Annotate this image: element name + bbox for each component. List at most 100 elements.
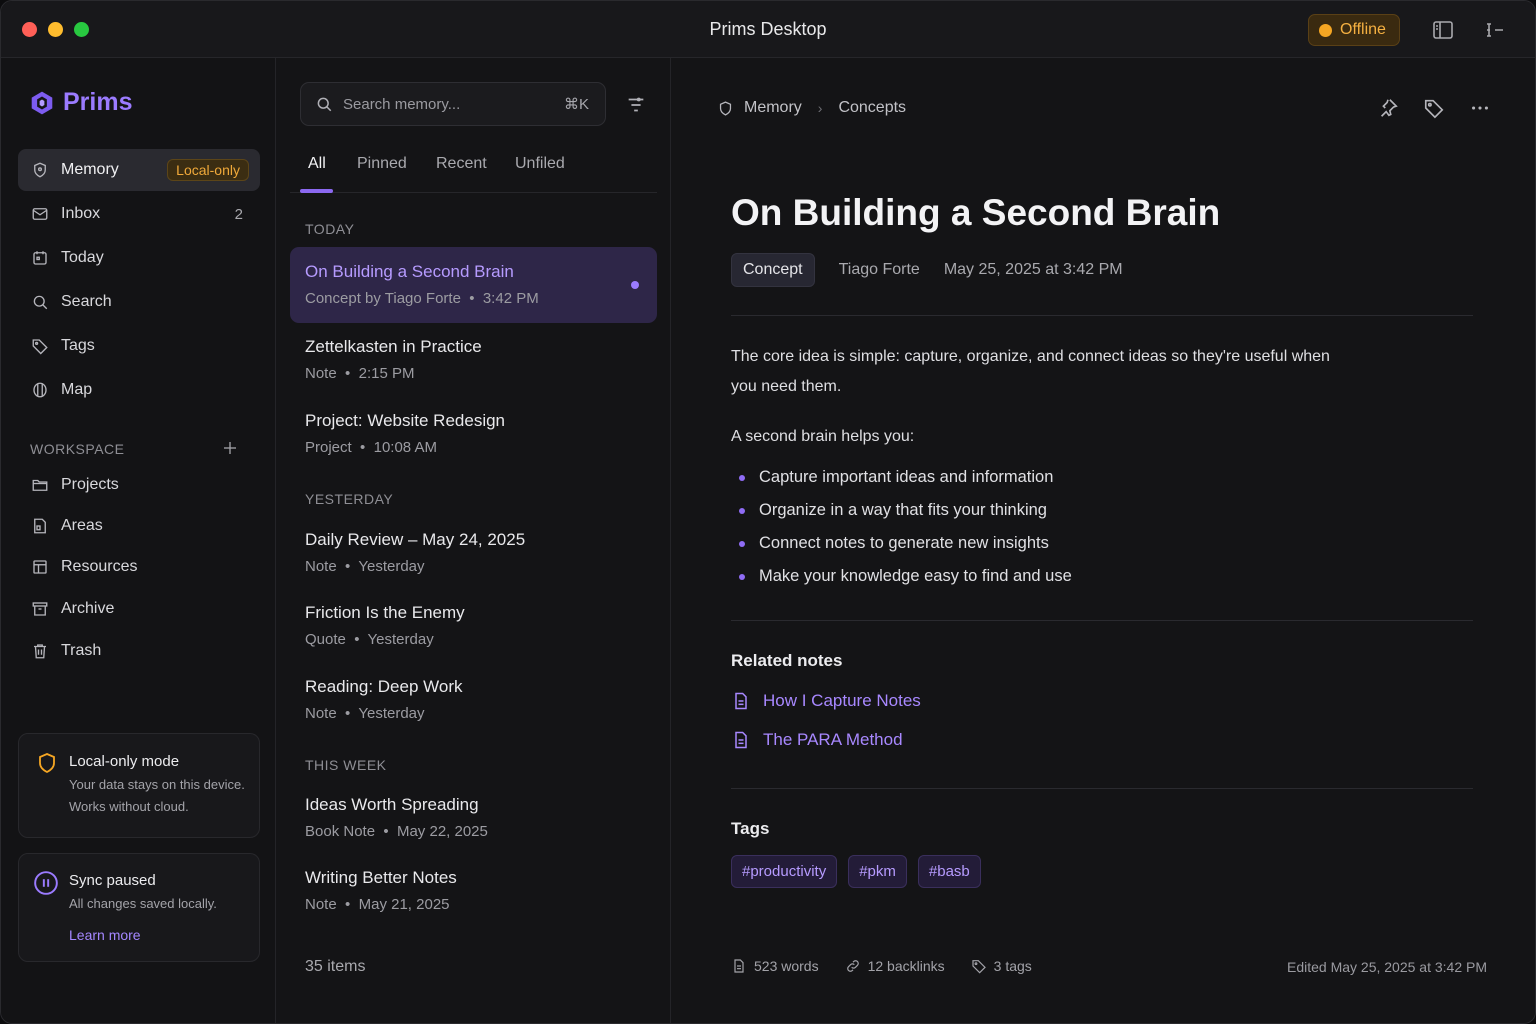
search-box[interactable]: ⌘K xyxy=(300,82,606,126)
list-item-title: Daily Review – May 24, 2025 xyxy=(305,530,526,549)
tab-pinned[interactable]: Pinned xyxy=(355,153,409,193)
list-item[interactable]: Project: Website Redesign Project • 10:0… xyxy=(290,396,657,472)
local-only-card: Local-only mode Your data stays on this … xyxy=(18,733,260,838)
list-item[interactable]: Writing Better Notes Note • May 21, 2025 xyxy=(290,853,657,929)
list-item-meta: Concept by Tiago Forte • 3:42 PM xyxy=(305,290,539,307)
sidebar-toggle-icon[interactable] xyxy=(1431,18,1455,42)
items-count: 35 items xyxy=(305,958,366,975)
list-item[interactable]: Daily Review – May 24, 2025 Note • Yeste… xyxy=(290,515,657,591)
workspace-label: WORKSPACE xyxy=(30,441,125,457)
list-item-meta: Quote • Yesterday xyxy=(305,631,434,648)
list-item[interactable]: Reading: Deep Work Note • Yesterday xyxy=(290,662,657,738)
list-item[interactable]: Zettelkasten in Practice Note • 2:15 PM xyxy=(290,322,657,398)
list-item-title: Friction Is the Enemy xyxy=(305,603,465,622)
outline-toggle-icon[interactable] xyxy=(1483,18,1507,42)
sidebar-item-archive[interactable]: Archive xyxy=(18,588,260,630)
note-list-pane: ⌘K All Pinned Recent Unfiled TODAY On Bu… xyxy=(276,58,671,1023)
note-bullets: Capture important ideas and information … xyxy=(731,461,1072,593)
breadcrumb: Memory › Concepts xyxy=(717,99,906,117)
related-note-link[interactable]: How I Capture Notes xyxy=(731,691,921,711)
sidebar-item-label: Inbox xyxy=(61,205,101,222)
tag-chip[interactable]: #productivity xyxy=(731,855,838,888)
sidebar-item-map[interactable]: Map xyxy=(18,369,260,411)
sidebar-item-trash[interactable]: Trash xyxy=(18,630,260,672)
sync-paused-card: Sync paused All changes saved locally. L… xyxy=(18,853,260,962)
unread-dot-icon xyxy=(631,281,639,289)
tag-count[interactable]: 3 tags xyxy=(971,958,1032,974)
sidebar-item-label: Projects xyxy=(61,476,119,493)
sidebar-item-today[interactable]: Today xyxy=(18,237,260,279)
sidebar-item-search[interactable]: Search xyxy=(18,281,260,323)
list-item-title: Ideas Worth Spreading xyxy=(305,795,479,814)
backlink-count[interactable]: 12 backlinks xyxy=(845,958,945,974)
document-icon xyxy=(734,959,744,973)
search-input[interactable] xyxy=(343,95,543,113)
mail-icon xyxy=(32,208,48,220)
sidebar-item-tags[interactable]: Tags xyxy=(18,325,260,367)
sidebar-item-resources[interactable]: Resources xyxy=(18,546,260,588)
group-label-yesterday: YESTERDAY xyxy=(305,491,394,507)
list-item-title: Writing Better Notes xyxy=(305,868,457,887)
note-meta: Concept Tiago Forte May 25, 2025 at 3:42… xyxy=(731,253,1123,287)
trash-icon xyxy=(34,644,46,659)
more-options-icon[interactable] xyxy=(1469,97,1491,119)
add-workspace-icon[interactable] xyxy=(221,439,239,457)
offline-status-button[interactable]: Offline xyxy=(1308,14,1400,46)
sidebar-item-projects[interactable]: Projects xyxy=(18,464,260,506)
document-icon xyxy=(735,731,747,749)
local-only-badge: Local-only xyxy=(167,159,249,181)
pause-circle-icon xyxy=(34,871,58,895)
sidebar-item-label: Map xyxy=(61,381,93,398)
prims-logo-icon xyxy=(31,91,53,114)
tab-all[interactable]: All xyxy=(306,153,328,193)
link-icon xyxy=(846,960,859,972)
breadcrumb-memory[interactable]: Memory xyxy=(744,99,802,117)
list-item-title: Zettelkasten in Practice xyxy=(305,337,482,356)
search-shortcut: ⌘K xyxy=(563,96,589,113)
bullet-item: Organize in a way that fits your thinkin… xyxy=(731,494,1072,527)
list-item-meta: Note • Yesterday xyxy=(305,705,425,722)
list-item-title: On Building a Second Brain xyxy=(305,262,514,281)
document-icon xyxy=(735,692,747,710)
tag-list: #productivity #pkm #basb xyxy=(731,855,981,888)
group-label-this-week: THIS WEEK xyxy=(305,757,387,773)
list-item-meta: Note • 2:15 PM xyxy=(305,365,415,382)
filter-icon[interactable] xyxy=(625,94,647,116)
tab-unfiled[interactable]: Unfiled xyxy=(513,153,567,193)
note-detail-pane: Memory › Concepts On Building a Second B… xyxy=(671,58,1535,1023)
list-item-meta: Note • Yesterday xyxy=(305,558,425,575)
sidebar: Prims Memory Local-only Inbox 2 Today Se… xyxy=(1,58,276,1023)
divider xyxy=(731,788,1473,789)
tag-chip[interactable]: #pkm xyxy=(848,855,907,888)
bullet-item: Connect notes to generate new insights xyxy=(731,527,1072,560)
note-footer: 523 words 12 backlinks 3 tags xyxy=(731,958,1032,974)
related-note-title: The PARA Method xyxy=(763,730,903,749)
sync-paused-title: Sync paused xyxy=(69,872,156,889)
divider xyxy=(731,620,1473,621)
breadcrumb-concepts[interactable]: Concepts xyxy=(838,99,906,117)
related-note-link[interactable]: The PARA Method xyxy=(731,730,903,750)
map-icon xyxy=(33,382,47,398)
sidebar-item-memory[interactable]: Memory Local-only xyxy=(18,149,260,191)
pin-icon[interactable] xyxy=(1377,97,1399,119)
list-item[interactable]: Friction Is the Enemy Quote • Yesterday xyxy=(290,588,657,664)
shield-warning-icon xyxy=(39,753,55,774)
edited-timestamp: Edited May 25, 2025 at 3:42 PM xyxy=(1286,959,1487,975)
tab-recent[interactable]: Recent xyxy=(434,153,489,193)
tag-icon[interactable] xyxy=(1423,97,1445,119)
list-item-title: Reading: Deep Work xyxy=(305,677,463,696)
list-item[interactable]: On Building a Second Brain Concept by Ti… xyxy=(290,247,657,323)
note-author: Tiago Forte xyxy=(838,261,920,278)
brand[interactable]: Prims xyxy=(29,88,132,117)
type-chip[interactable]: Concept xyxy=(731,253,815,287)
archive-icon xyxy=(32,602,48,616)
list-item[interactable]: Ideas Worth Spreading Book Note • May 22… xyxy=(290,780,657,856)
tag-chip[interactable]: #basb xyxy=(917,855,981,888)
sidebar-item-areas[interactable]: Areas xyxy=(18,505,260,547)
learn-more-link[interactable]: Learn more xyxy=(69,927,141,943)
app-window: Prims Desktop Offline Prims Memory Local… xyxy=(0,0,1536,1024)
group-label-today: TODAY xyxy=(305,221,355,237)
list-item-meta: Book Note • May 22, 2025 xyxy=(305,823,488,840)
sidebar-item-inbox[interactable]: Inbox 2 xyxy=(18,193,260,235)
note-title: On Building a Second Brain xyxy=(731,192,1221,233)
